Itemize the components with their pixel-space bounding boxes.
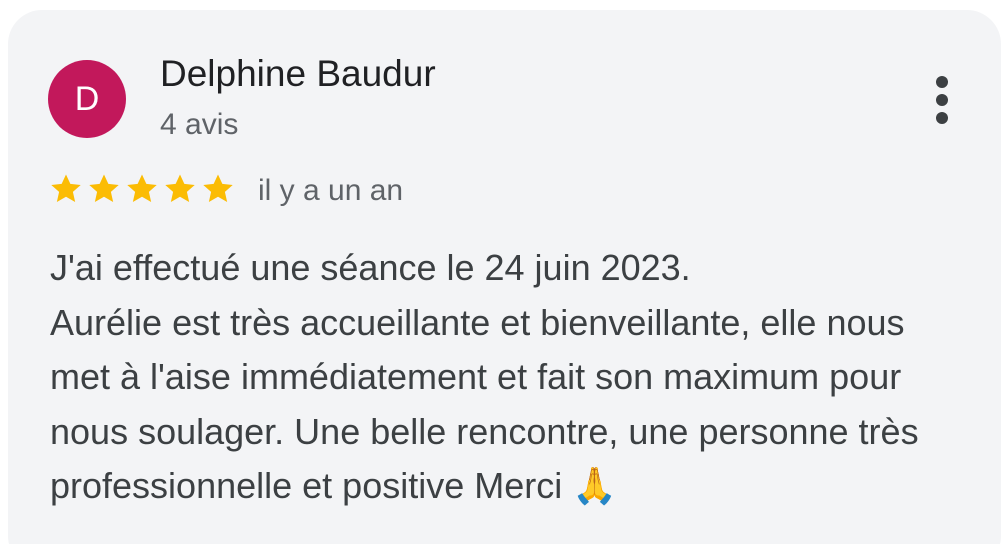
avatar[interactable]: D — [48, 60, 126, 138]
more-options-button[interactable] — [920, 72, 964, 128]
star-icon — [89, 174, 119, 203]
star-rating — [48, 171, 236, 211]
star-icon — [51, 174, 81, 203]
review-text: J'ai effectué une séance le 24 juin 2023… — [50, 247, 919, 506]
review-card: D Delphine Baudur 4 avis il y a un an J'… — [8, 10, 1001, 544]
star-icon — [165, 174, 195, 203]
more-vert-icon-dot — [936, 112, 948, 124]
more-vert-icon — [936, 76, 948, 88]
star-icon — [203, 174, 233, 203]
author-review-count: 4 avis — [160, 108, 239, 141]
star-icon — [127, 174, 157, 203]
author-name[interactable]: Delphine Baudur — [160, 53, 436, 95]
review-time: il y a un an — [258, 174, 404, 207]
more-vert-icon-dot — [936, 94, 948, 106]
